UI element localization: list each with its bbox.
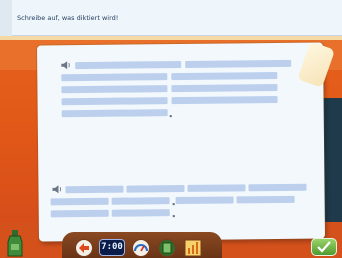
word-gap[interactable] <box>111 197 170 205</box>
instruction-bar: Schreibe auf, was diktiert wird! <box>0 0 342 36</box>
word-gap[interactable] <box>75 60 182 70</box>
word-gap[interactable] <box>61 109 168 118</box>
word-gap[interactable] <box>61 85 168 94</box>
word-gap[interactable] <box>61 73 168 82</box>
bar-chart-icon[interactable] <box>183 238 203 258</box>
left-frame <box>0 0 12 36</box>
speaker-icon[interactable] <box>52 185 62 194</box>
gauge-icon[interactable] <box>131 238 151 258</box>
check-button[interactable] <box>311 238 337 256</box>
notebook-icon[interactable] <box>157 238 177 258</box>
word-gap[interactable] <box>185 59 292 68</box>
period <box>169 115 172 118</box>
back-arrow-icon[interactable] <box>74 238 94 258</box>
word-gap[interactable] <box>61 97 168 106</box>
word-gap[interactable] <box>111 209 170 217</box>
period <box>172 215 175 218</box>
word-gap[interactable] <box>236 195 295 204</box>
word-gap[interactable] <box>50 197 109 206</box>
word-gap[interactable] <box>171 71 278 81</box>
word-gap[interactable] <box>187 184 246 192</box>
word-gap[interactable] <box>171 95 278 105</box>
instruction-text: Schreibe auf, was diktiert wird! <box>17 14 119 22</box>
word-gap[interactable] <box>248 183 307 192</box>
word-gap[interactable] <box>126 184 185 193</box>
clock-icon[interactable]: 7:00 <box>99 239 125 256</box>
word-gap[interactable] <box>65 185 124 194</box>
potion-bottle-icon <box>4 230 26 258</box>
dictation-paper <box>36 41 336 242</box>
speaker-icon[interactable] <box>61 61 71 70</box>
word-gap[interactable] <box>175 196 234 205</box>
period <box>172 203 175 206</box>
word-gap[interactable] <box>50 209 109 218</box>
word-gap[interactable] <box>171 83 278 93</box>
checkmark-icon <box>317 241 331 253</box>
